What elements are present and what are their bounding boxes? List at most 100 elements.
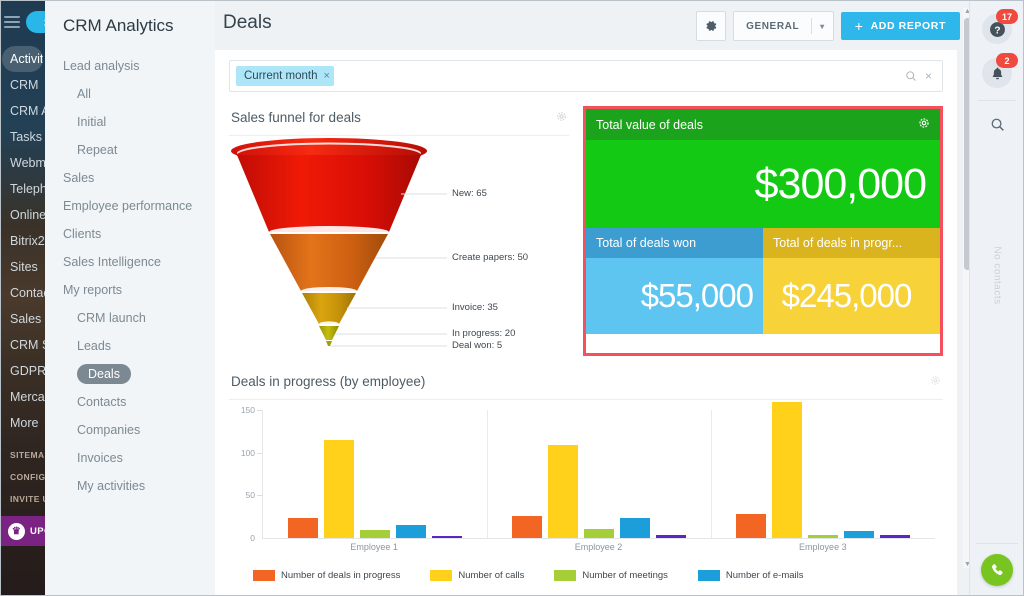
legend-item-meetings[interactable]: Number of meetings [554,570,668,581]
bar-calls[interactable] [772,402,802,538]
hamburger-icon[interactable] [4,16,20,28]
bar-emails[interactable] [396,525,426,538]
menu-item-employee-performance[interactable]: Employee performance [45,192,215,220]
call-button[interactable] [981,554,1013,586]
menu-item-lead-analysis[interactable]: Lead analysis [45,52,215,80]
upgrade-banner[interactable]: ♛ UPGRADE [0,516,45,546]
total-value-split: Total of deals won $55,000 Total of deal… [586,228,940,334]
left-item-more[interactable]: More [0,410,45,436]
legend-swatch [253,570,275,581]
bar-meetings[interactable] [584,529,614,538]
funnel-label-deal-won: Deal won: 5 [452,340,502,351]
add-report-button[interactable]: + ADD REPORT [841,12,960,40]
bar-other[interactable] [880,535,910,538]
left-item-sitemap[interactable]: SITEMAP [0,444,45,466]
menu-item-contacts[interactable]: Contacts [45,388,215,416]
x-label-employee-1: Employee 1 [262,542,486,552]
menu-item-sales-intelligence[interactable]: Sales Intelligence [45,248,215,276]
y-tick-0: 0 [250,533,255,543]
menu-item-sales[interactable]: Sales [45,164,215,192]
clear-filter-icon[interactable]: × [925,69,932,83]
bar-emails[interactable] [844,531,874,538]
menu-item-invoices[interactable]: Invoices [45,444,215,472]
bar-emails[interactable] [620,518,650,538]
menu-item-repeat[interactable]: Repeat [45,136,215,164]
gear-icon[interactable] [918,117,930,132]
sales-funnel-title-bar: Sales funnel for deals [229,106,569,136]
total-value-header: Total value of deals [586,109,940,140]
left-item-activity-stream[interactable]: Activity Stream [2,46,43,72]
rail-search-button[interactable] [982,109,1012,139]
analytics-menu-panel: CRM Analytics Lead analysis All Initial … [45,0,216,596]
notifications-badge: 2 [996,53,1018,68]
legend-label: Number of deals in progress [281,570,400,581]
x-label-employee-2: Employee 2 [486,542,710,552]
upgrade-label: UPGRADE [30,526,45,537]
gear-icon[interactable] [930,375,941,389]
left-item-bitrix-sites[interactable]: Bitrix24.Sites [0,228,45,254]
divider [978,100,1016,101]
svg-text:?: ? [994,25,1000,36]
menu-item-leads[interactable]: Leads [45,332,215,360]
crown-icon: ♛ [8,523,25,540]
bar-meetings[interactable] [808,535,838,538]
left-item-configure-menu[interactable]: CONFIGURE MENU [0,466,45,488]
bar-deals-in-progress[interactable] [512,516,542,538]
bar-deals-in-progress[interactable] [288,518,318,538]
left-item-crm[interactable]: CRM [0,72,45,98]
content-area: Current month × × Sales funnel for deals [215,50,957,596]
search-icon[interactable] [905,70,917,82]
close-icon[interactable]: × [324,70,330,82]
menu-item-deals[interactable]: Deals [77,364,131,384]
general-label: GENERAL [734,21,811,32]
close-pill-button[interactable]: × [26,11,45,33]
left-item-invite-users[interactable]: INVITE USERS [0,488,45,510]
left-item-gdpr[interactable]: GDPR [0,358,45,384]
menu-list: Lead analysis All Initial Repeat Sales E… [45,48,215,500]
menu-item-all[interactable]: All [45,80,215,108]
bar-calls[interactable] [324,440,354,538]
chevron-down-icon: ▾ [812,22,833,31]
bar-groups [263,410,935,538]
filter-chip-current-month[interactable]: Current month × [236,66,334,86]
phone-icon [989,562,1006,579]
left-sidebar: × Activity Stream CRM CRM Analytics Task… [0,0,45,596]
left-item-crm-store[interactable]: CRM Store [0,332,45,358]
left-item-mercato[interactable]: Mercato [0,384,45,410]
filter-chip-label: Current month [244,70,318,82]
left-item-contact-center[interactable]: Contact Center [0,280,45,306]
rail-status-text: No contacts [992,246,1003,304]
menu-item-crm-launch[interactable]: CRM launch [45,304,215,332]
legend-item-emails[interactable]: Number of e-mails [698,570,804,581]
general-dropdown[interactable]: GENERAL ▾ [733,11,834,41]
left-item-telephony[interactable]: Telephony [0,176,45,202]
filter-bar[interactable]: Current month × × [229,60,943,92]
menu-item-my-activities[interactable]: My activities [45,472,215,500]
gear-icon[interactable] [556,111,567,125]
legend-label: Number of meetings [582,570,668,581]
menu-item-companies[interactable]: Companies [45,416,215,444]
bar-meetings[interactable] [360,530,390,538]
bar-group-employee-1 [263,410,487,538]
bar-other[interactable] [656,535,686,538]
menu-item-initial[interactable]: Initial [45,108,215,136]
left-item-crm-analytics[interactable]: CRM Analytics [0,98,45,124]
legend-item-calls[interactable]: Number of calls [430,570,524,581]
plus-icon: + [855,19,864,33]
left-item-sales-center[interactable]: Sales Center [0,306,45,332]
bar-chart-title: Deals in progress (by employee) [231,374,425,389]
help-button[interactable]: ? 17 [982,14,1012,44]
legend-swatch [430,570,452,581]
bar-other[interactable] [432,536,462,538]
menu-item-my-reports[interactable]: My reports [45,276,215,304]
menu-item-clients[interactable]: Clients [45,220,215,248]
notifications-button[interactable]: 2 [982,58,1012,88]
bar-calls[interactable] [548,445,578,538]
left-item-tasks[interactable]: Tasks [0,124,45,150]
left-item-webmail[interactable]: Webmail [0,150,45,176]
legend-item-deals-in-progress[interactable]: Number of deals in progress [253,570,400,581]
left-item-online-store[interactable]: Online store [0,202,45,228]
left-item-sites[interactable]: Sites [0,254,45,280]
bar-deals-in-progress[interactable] [736,514,766,538]
settings-button[interactable] [696,11,726,41]
